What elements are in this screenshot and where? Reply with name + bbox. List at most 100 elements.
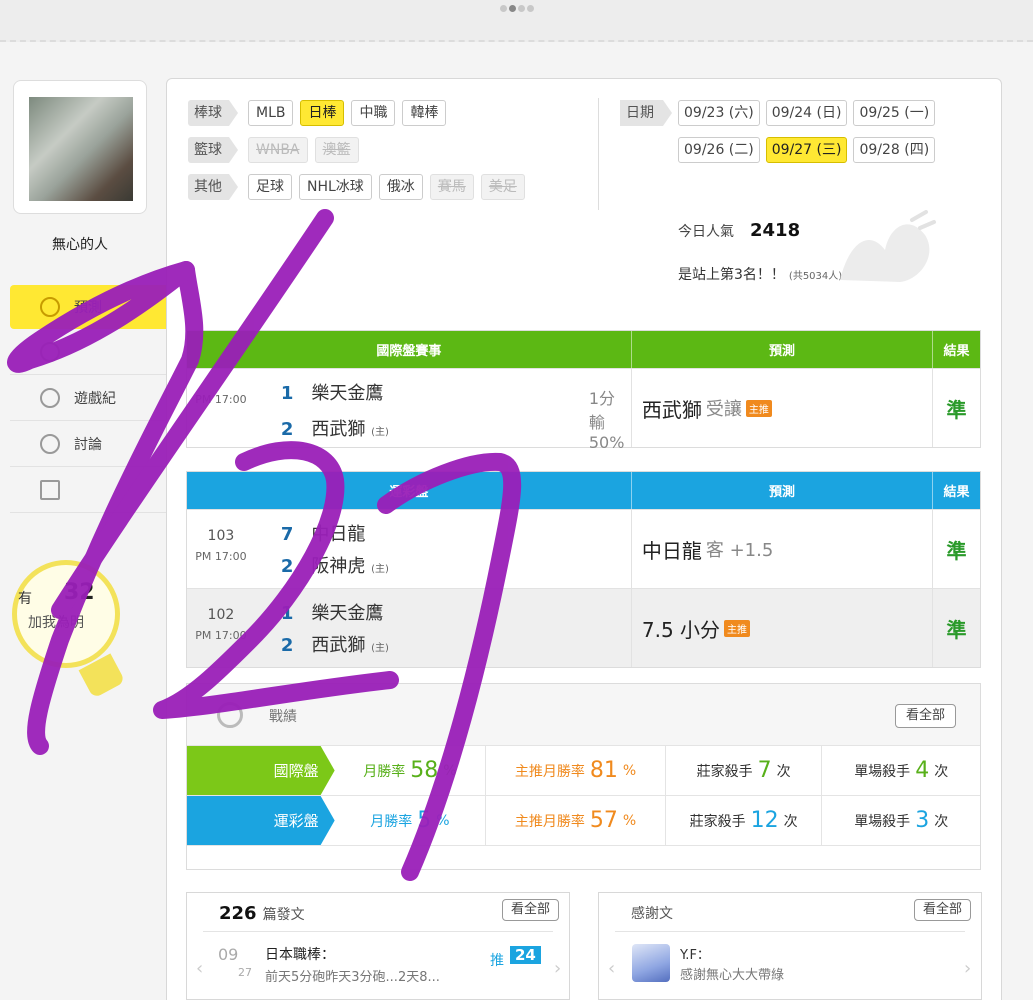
sidebar-item-game-record[interactable]: 遊戲紀: [10, 375, 166, 421]
pick: 西武獅: [641, 397, 702, 422]
record-row-intl: 國際盤 月勝率 58% 主推月勝率 81% 莊家殺手 7 次 單場殺手 4 次: [187, 746, 980, 796]
page-dot[interactable]: [527, 5, 534, 12]
match-code: 102: [207, 607, 235, 623]
popularity-label: 今日人氣: [678, 224, 734, 240]
header-match: 國際盤賽事: [187, 331, 632, 368]
record-section: 戰績 看全部 國際盤 月勝率 58% 主推月勝率 81% 莊家殺手 7 次 單場殺手 4 次…: [186, 683, 981, 870]
posts-label: 篇發文: [262, 907, 305, 923]
match-time: PM 17:00: [195, 393, 247, 406]
record-title: 戰績: [269, 709, 297, 725]
avatar-card[interactable]: [13, 80, 147, 214]
sidebar-item-list[interactable]: [10, 329, 166, 375]
date-row: 09/26 (二) 09/27 (三) 09/28 (四): [620, 137, 941, 163]
banker-killer: 莊家殺手 12 次: [666, 796, 823, 845]
filter-soccer[interactable]: 足球: [248, 174, 292, 200]
posts-header: 226 篇發文: [219, 903, 305, 924]
pick: 中日龍: [641, 538, 702, 563]
sidebar-item-predict[interactable]: 預測: [10, 285, 166, 329]
match-code: 103: [207, 528, 235, 544]
prediction-cell: 中日龍 客 +1.5: [632, 510, 934, 588]
teams-cell: 1 樂天金鷹 2 西武獅 (主) 1分輸50%: [255, 369, 632, 452]
page-dot-active[interactable]: [509, 5, 516, 12]
team-home: 2 西武獅 (主): [280, 419, 389, 440]
filter-cpbl[interactable]: 中職: [351, 100, 396, 126]
page-dot[interactable]: [518, 5, 525, 12]
chevron-left-icon[interactable]: ‹: [196, 958, 203, 979]
table-header: 國際盤賽事 預測 結果: [187, 331, 980, 368]
record-label: 國際盤: [187, 746, 335, 795]
result-cell: 準: [946, 397, 967, 422]
thanks-view-all-button[interactable]: 看全部: [913, 899, 971, 921]
filter-kbo[interactable]: 韓棒: [402, 100, 447, 126]
prediction-cell: 西武獅 受讓 主推: [632, 369, 934, 447]
star-icon: [40, 479, 60, 500]
match-time-cell: PM 17:00: [187, 369, 255, 447]
filter-nhl[interactable]: NHL冰球: [299, 174, 372, 200]
filter-khl[interactable]: 俄冰: [378, 174, 423, 200]
table-row[interactable]: 103 PM 17:00 7 中日龍 2 阪神虎 (主) 中日龍 客 +1.5 準: [187, 509, 980, 588]
top-bar: [0, 0, 1033, 42]
record-header: 戰績 看全部: [187, 684, 980, 746]
teams-cell: 7 中日龍 2 阪神虎 (主): [255, 510, 632, 588]
chevron-right-icon[interactable]: ›: [964, 958, 971, 979]
mascot-watermark-icon: [840, 210, 936, 282]
month-win-rate: 月勝率 58%: [335, 746, 487, 795]
table-row[interactable]: PM 17:00 1 樂天金鷹 2 西武獅 (主) 1分輸50% 西武獅 受讓 主推…: [187, 368, 980, 452]
popularity: 今日人氣 2418: [678, 220, 800, 241]
date-button[interactable]: 09/25 (一): [853, 100, 936, 126]
filter-tag: 其他: [188, 174, 238, 200]
add-fan-link[interactable]: 加我為明: [28, 612, 84, 632]
fans-count: 32: [64, 580, 95, 605]
match-time: PM 17:00: [195, 550, 247, 563]
sidebar-item-label: 預測: [74, 300, 102, 316]
date-button[interactable]: 09/23 (六): [678, 100, 760, 126]
sport-filters: 棒球 MLB 日棒 中職 韓棒 籃球 WNBA 澳籃 其他 足球 NHL冰球 俄…: [188, 100, 532, 211]
header-prediction: 預測: [632, 331, 934, 368]
avatar[interactable]: [632, 944, 670, 982]
date-button[interactable]: 09/26 (二): [678, 137, 760, 163]
posts-view-all-button[interactable]: 看全部: [501, 899, 559, 921]
main-pick-win-rate: 主推月勝率 57%: [486, 796, 666, 845]
divider: [615, 931, 965, 932]
date-button-selected[interactable]: 09/27 (三): [765, 137, 848, 163]
chevron-right-icon[interactable]: ›: [554, 958, 561, 979]
filter-row-baseball: 棒球 MLB 日棒 中職 韓棒: [188, 100, 532, 126]
filter-row-other: 其他 足球 NHL冰球 俄冰 賽馬 美足: [188, 174, 532, 200]
page-dot[interactable]: [500, 5, 507, 12]
date-tag: 日期: [620, 100, 672, 126]
teams-cell: 1 樂天金鷹 2 西武獅 (主): [255, 589, 632, 667]
thanks-header: 感謝文: [631, 906, 673, 922]
table-header: 運彩盤 預測 結果: [187, 472, 980, 509]
thanks-message[interactable]: 感謝無心大大帶綠: [680, 964, 784, 983]
intl-prediction-table: 國際盤賽事 預測 結果 PM 17:00 1 樂天金鷹 2 西武獅 (主) 1分輸5…: [186, 330, 981, 452]
sidebar-item-discuss[interactable]: 討論: [10, 421, 166, 467]
list-icon: [40, 341, 60, 362]
rank-text: 是站上第3名！！ (共5034人): [678, 264, 842, 284]
date-button[interactable]: 09/28 (四): [853, 137, 936, 163]
main-pick-badge: 主推: [745, 399, 772, 417]
sidebar-item-label: 討論: [74, 436, 102, 453]
avatar[interactable]: [29, 97, 133, 201]
table-row[interactable]: 102 PM 17:00 1 樂天金鷹 2 西武獅 (主) 7.5 小分 主推 準: [187, 588, 980, 667]
date-button[interactable]: 09/24 (日): [765, 100, 848, 126]
view-all-button[interactable]: 看全部: [894, 704, 956, 728]
month-win-rate: 月勝率 5%: [335, 796, 487, 845]
push-label: 推: [490, 953, 504, 969]
filter-npb[interactable]: 日棒: [300, 100, 345, 126]
main-pick-win-rate: 主推月勝率 81%: [486, 746, 666, 795]
filter-horse: 賽馬: [429, 174, 474, 200]
username: 無心的人: [52, 237, 108, 253]
pick-sub: 客 +1.5: [705, 540, 774, 561]
date-selector: 日期 09/23 (六) 09/24 (日) 09/25 (一) 09/26 (…: [620, 100, 941, 174]
header-result: 結果: [943, 485, 970, 500]
post-title[interactable]: 日本職棒：: [265, 944, 335, 964]
filter-mlb[interactable]: MLB: [248, 100, 294, 126]
thanks-author: Y.F：: [680, 948, 710, 963]
divider: [598, 98, 599, 210]
pick-sub: 受讓: [705, 399, 742, 420]
sidebar-item-label: 遊戲紀: [74, 390, 116, 407]
fans-prefix: 有: [18, 591, 32, 607]
chevron-left-icon[interactable]: ‹: [608, 958, 615, 979]
post-snippet[interactable]: 前天5分砲昨天3分砲...2天8...: [265, 966, 440, 985]
sidebar-item-star[interactable]: [10, 467, 166, 513]
